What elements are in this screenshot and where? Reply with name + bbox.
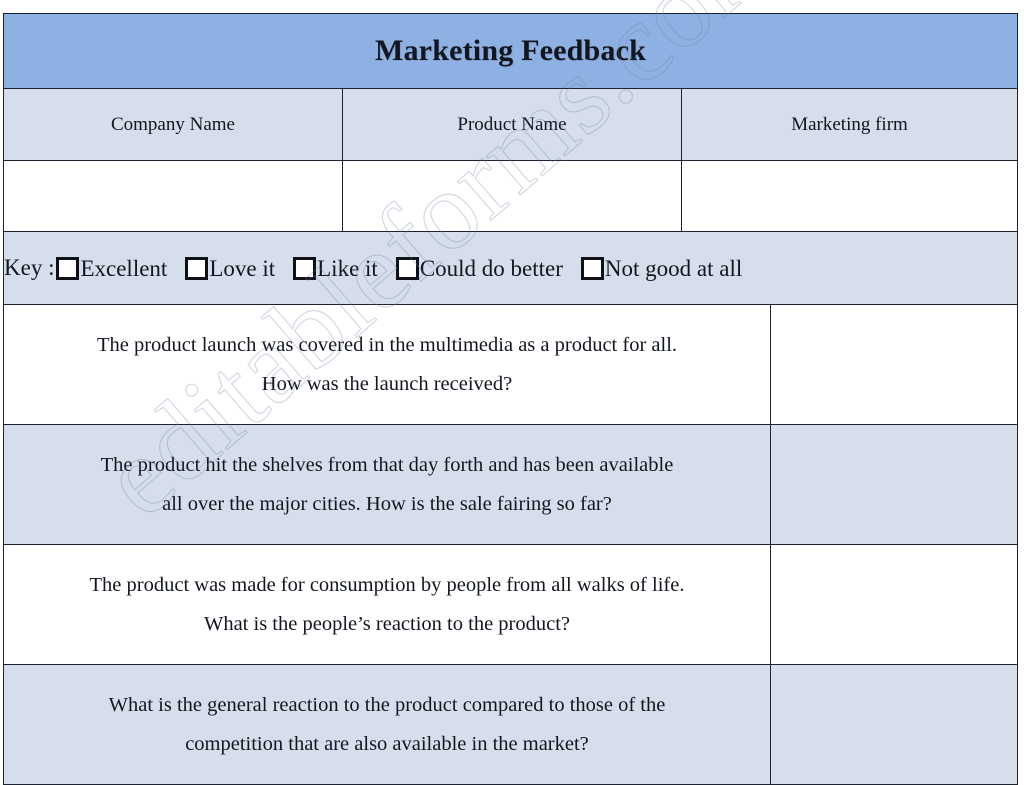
form-table: Marketing Feedback Company Name Product …: [2, 13, 1019, 785]
key-option-label-like-it: Like it: [317, 255, 378, 281]
checkbox-icon-not-good-at-all[interactable]: [580, 256, 604, 280]
answer-field-2[interactable]: [769, 424, 1019, 545]
key-legend-cell: Key : Excellent Love it Like it Could do…: [2, 231, 1019, 305]
checkbox-icon-love-it[interactable]: [185, 256, 209, 280]
question-text-4: What is the general reaction to the prod…: [3, 664, 771, 785]
answer-field-3[interactable]: [769, 544, 1019, 665]
info-header-row: Company Name Product Name Marketing firm: [3, 88, 1019, 161]
question-text-2: The product hit the shelves from that da…: [3, 424, 771, 545]
checkbox-icon-like-it[interactable]: [293, 256, 317, 280]
checkbox-icon-could-do-better[interactable]: [395, 256, 419, 280]
answer-field-1[interactable]: [769, 304, 1019, 425]
question-row: The product was made for consumption by …: [3, 544, 1019, 665]
key-option-label-excellent: Excellent: [80, 255, 168, 281]
question-row: The product hit the shelves from that da…: [3, 424, 1019, 545]
question-line-3a: The product was made for consumption by …: [89, 573, 685, 596]
product-name-field[interactable]: [342, 160, 682, 232]
key-option-like-it[interactable]: Like it: [293, 255, 378, 281]
question-line-2a: The product hit the shelves from that da…: [100, 453, 674, 476]
question-line-3b: What is the people’s reaction to the pro…: [203, 612, 571, 635]
info-value-row: [3, 160, 1019, 232]
column-header-marketing-firm: Marketing firm: [680, 88, 1019, 161]
question-line-1a: The product launch was covered in the mu…: [96, 333, 678, 356]
answer-field-4[interactable]: [769, 664, 1019, 785]
column-header-company-name: Company Name: [3, 88, 343, 161]
checkbox-icon-excellent[interactable]: [56, 256, 80, 280]
key-label: Key :: [4, 255, 55, 280]
key-row: Key : Excellent Love it Like it Could do…: [2, 231, 1019, 305]
column-header-product-name: Product Name: [342, 88, 682, 161]
company-name-field[interactable]: [3, 160, 343, 232]
key-option-love-it[interactable]: Love it: [185, 255, 276, 281]
question-text-3: The product was made for consumption by …: [3, 544, 771, 665]
question-line-1b: How was the launch received?: [261, 372, 513, 395]
question-line-4a: What is the general reaction to the prod…: [108, 693, 666, 716]
question-line-2b: all over the major cities. How is the sa…: [162, 492, 612, 515]
page-title: Marketing Feedback: [374, 34, 647, 67]
title-row: Marketing Feedback: [2, 13, 1019, 89]
key-option-excellent[interactable]: Excellent: [56, 255, 168, 281]
key-option-label-not-good-at-all: Not good at all: [604, 255, 743, 281]
question-row: What is the general reaction to the prod…: [3, 664, 1019, 785]
key-option-label-love-it: Love it: [209, 255, 276, 281]
marketing-feedback-form: Marketing Feedback Company Name Product …: [2, 13, 1019, 785]
question-row: The product launch was covered in the mu…: [3, 304, 1019, 425]
key-option-not-good-at-all[interactable]: Not good at all: [580, 255, 743, 281]
form-title-cell: Marketing Feedback: [2, 13, 1019, 89]
key-option-label-could-do-better: Could do better: [419, 255, 563, 281]
marketing-firm-field[interactable]: [680, 160, 1019, 232]
key-option-could-do-better[interactable]: Could do better: [395, 255, 563, 281]
question-text-1: The product launch was covered in the mu…: [3, 304, 771, 425]
question-line-4b: competition that are also available in t…: [185, 732, 589, 755]
